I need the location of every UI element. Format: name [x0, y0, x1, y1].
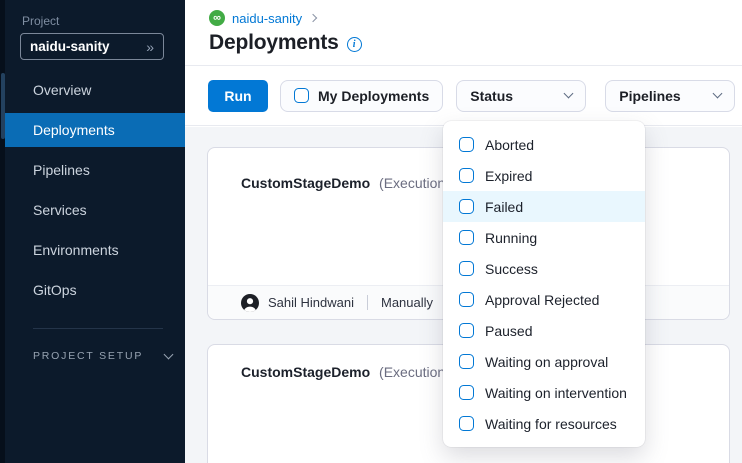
user-avatar-icon	[241, 294, 259, 312]
main-panel: ∞ naidu-sanity Deployments i Run My Depl…	[185, 0, 742, 463]
sidebar-item-label: Overview	[33, 82, 91, 98]
project-sidebar: Project naidu-sanity » Overview Deployme…	[0, 0, 185, 463]
project-setup-toggle[interactable]: PROJECT SETUP	[33, 350, 172, 362]
pipelines-filter-label: Pipelines	[619, 88, 680, 104]
checkbox[interactable]	[459, 137, 474, 152]
checkbox[interactable]	[459, 385, 474, 400]
status-filter-dropdown[interactable]: Status	[456, 80, 586, 112]
chevron-down-icon	[713, 89, 723, 99]
sidebar-item-environments[interactable]: Environments	[0, 233, 185, 267]
checkbox[interactable]	[459, 416, 474, 431]
checkbox[interactable]	[459, 199, 474, 214]
breadcrumb-project-link[interactable]: naidu-sanity	[232, 11, 302, 26]
status-option-paused[interactable]: Paused	[443, 315, 645, 346]
sidebar-item-deployments[interactable]: Deployments	[5, 113, 185, 147]
title-row: Deployments i	[209, 31, 742, 55]
project-selector-value: naidu-sanity	[30, 39, 110, 54]
status-option-label: Running	[485, 230, 537, 246]
pipeline-name: CustomStageDemo	[241, 175, 370, 191]
status-option-approval-rejected[interactable]: Approval Rejected	[443, 284, 645, 315]
trigger-type: Manually	[381, 295, 433, 310]
project-label: Project	[22, 14, 59, 28]
cd-module-icon: ∞	[209, 10, 225, 26]
status-dropdown-panel: Aborted Expired Failed Running Success A…	[443, 121, 645, 447]
my-deployments-checkbox[interactable]	[294, 88, 309, 103]
status-option-label: Aborted	[485, 137, 534, 153]
double-chevron-icon: »	[146, 40, 154, 54]
status-option-waiting-for-resources[interactable]: Waiting for resources	[443, 408, 645, 439]
sidebar-item-services[interactable]: Services	[0, 193, 185, 227]
info-icon[interactable]: i	[347, 37, 362, 52]
checkbox[interactable]	[459, 323, 474, 338]
checkbox[interactable]	[459, 292, 474, 307]
pipeline-name: CustomStageDemo	[241, 364, 370, 380]
sidebar-item-label: Environments	[33, 242, 119, 258]
my-deployments-label: My Deployments	[318, 88, 429, 104]
run-button[interactable]: Run	[208, 80, 268, 112]
sidebar-item-overview[interactable]: Overview	[0, 73, 185, 107]
status-option-aborted[interactable]: Aborted	[443, 129, 645, 160]
my-deployments-filter[interactable]: My Deployments	[280, 80, 443, 112]
page-header: ∞ naidu-sanity Deployments i	[185, 0, 742, 66]
status-option-waiting-on-approval[interactable]: Waiting on approval	[443, 346, 645, 377]
status-option-label: Approval Rejected	[485, 292, 599, 308]
status-option-waiting-on-intervention[interactable]: Waiting on intervention	[443, 377, 645, 408]
status-option-failed[interactable]: Failed	[443, 191, 645, 222]
app-window: Project naidu-sanity » Overview Deployme…	[0, 0, 742, 463]
checkbox[interactable]	[459, 168, 474, 183]
checkbox[interactable]	[459, 261, 474, 276]
status-option-label: Waiting on intervention	[485, 385, 627, 401]
breadcrumb: ∞ naidu-sanity	[209, 10, 742, 26]
project-selector[interactable]: naidu-sanity »	[20, 33, 164, 60]
checkbox[interactable]	[459, 230, 474, 245]
sidebar-item-pipelines[interactable]: Pipelines	[0, 153, 185, 187]
status-option-expired[interactable]: Expired	[443, 160, 645, 191]
status-option-label: Waiting for resources	[485, 416, 617, 432]
checkbox[interactable]	[459, 354, 474, 369]
pipelines-filter-dropdown[interactable]: Pipelines	[605, 80, 735, 112]
project-setup-label: PROJECT SETUP	[33, 350, 143, 362]
status-option-label: Failed	[485, 199, 523, 215]
sidebar-item-gitops[interactable]: GitOps	[0, 273, 185, 307]
footer-divider	[367, 295, 368, 310]
status-option-label: Success	[485, 261, 538, 277]
sidebar-item-label: GitOps	[33, 282, 77, 298]
sidebar-item-label: Pipelines	[33, 162, 90, 178]
status-option-success[interactable]: Success	[443, 253, 645, 284]
status-option-label: Paused	[485, 323, 532, 339]
chevron-down-icon	[164, 349, 174, 359]
sidebar-item-label: Services	[33, 202, 87, 218]
triggered-by: Sahil Hindwani	[268, 295, 354, 310]
chevron-right-icon	[309, 14, 317, 22]
status-option-label: Waiting on approval	[485, 354, 608, 370]
sidebar-divider	[33, 328, 163, 329]
deployments-toolbar: Run My Deployments Status Pipelines	[185, 66, 742, 126]
sidebar-nav: Overview Deployments Pipelines Services …	[0, 73, 185, 313]
chevron-down-icon	[564, 89, 574, 99]
sidebar-item-label: Deployments	[33, 122, 115, 138]
page-title: Deployments	[209, 31, 339, 55]
status-option-label: Expired	[485, 168, 532, 184]
status-option-running[interactable]: Running	[443, 222, 645, 253]
status-filter-label: Status	[470, 88, 513, 104]
